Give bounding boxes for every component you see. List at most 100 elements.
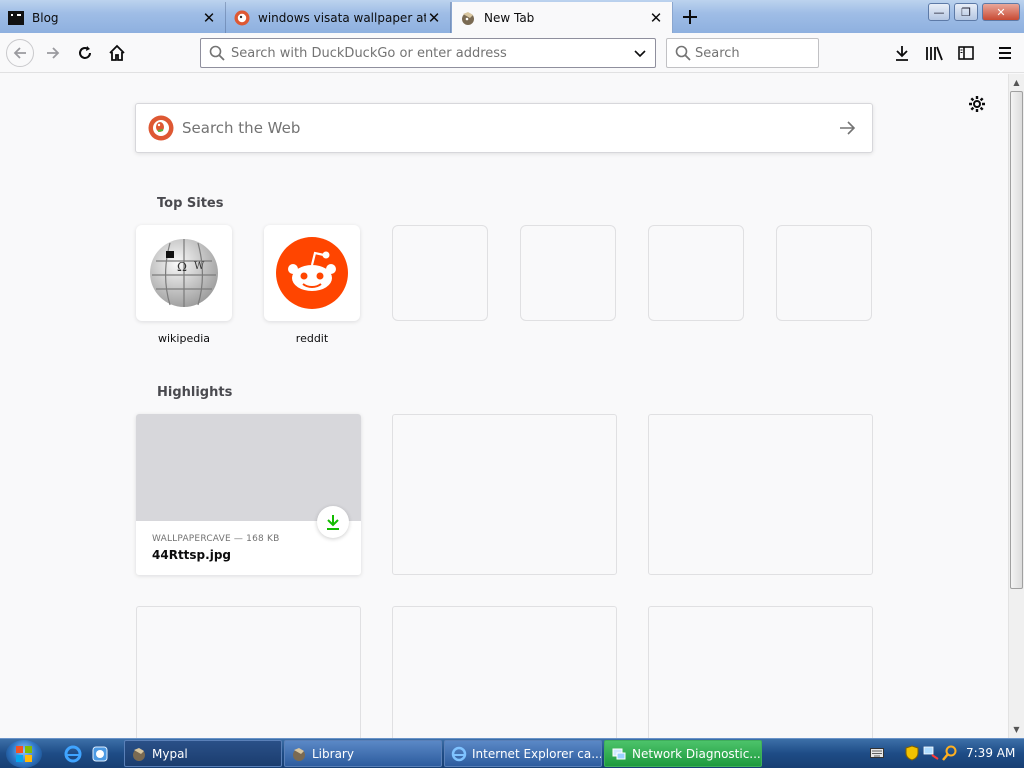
top-site-wikipedia[interactable]: Ω W wikipedia	[136, 225, 232, 345]
library-button[interactable]	[921, 40, 947, 66]
web-search-input[interactable]	[174, 108, 838, 148]
scrollbar-thumb[interactable]	[1010, 91, 1023, 589]
reddit-icon	[276, 237, 348, 309]
top-site-label: wikipedia	[157, 332, 210, 345]
back-arrow-icon	[13, 47, 26, 59]
library-icon	[291, 746, 307, 762]
close-window-button[interactable]: ✕	[982, 3, 1020, 21]
sidebar-button[interactable]	[953, 40, 979, 66]
top-site-placeholder[interactable]	[520, 225, 616, 321]
close-tab-icon[interactable]: ✕	[426, 9, 442, 27]
top-site-tile[interactable]	[264, 225, 360, 321]
tab-title: windows visata wallpaper at DuckDuckGo	[258, 10, 426, 25]
highlight-placeholder	[648, 414, 873, 575]
highlight-placeholder	[392, 606, 617, 738]
duckduckgo-favicon-icon	[234, 10, 250, 26]
top-site-placeholder[interactable]	[648, 225, 744, 321]
scroll-down-arrow-icon[interactable]: ▼	[1009, 722, 1024, 737]
top-site-placeholder[interactable]	[776, 225, 872, 321]
vertical-scrollbar[interactable]: ▲ ▼	[1008, 74, 1024, 738]
network-icon	[611, 746, 627, 762]
tab-new-tab[interactable]: New Tab ✕	[451, 2, 673, 33]
taskbar-item-network-diagnostic[interactable]: Network Diagnostic...	[604, 740, 762, 767]
web-search-box[interactable]	[135, 103, 873, 153]
blog-favicon-icon	[8, 10, 24, 26]
tab-duckduckgo-search[interactable]: windows visata wallpaper at DuckDuckGo ✕	[226, 2, 451, 33]
address-bar[interactable]	[200, 38, 656, 68]
taskbar-item-label: Network Diagnostic...	[632, 746, 761, 761]
highlight-thumbnail	[136, 414, 361, 521]
search-icon	[209, 45, 225, 61]
menu-button[interactable]	[992, 40, 1018, 66]
highlight-placeholder	[392, 414, 617, 575]
highlight-placeholder	[648, 606, 873, 738]
mypal-icon	[131, 746, 147, 762]
tab-strip: Blog ✕ windows visata wallpaper at DuckD…	[0, 0, 1024, 33]
reload-icon	[79, 46, 91, 59]
keyboard-icon[interactable]	[870, 747, 884, 759]
highlight-card-download[interactable]: WALLPAPERCAVE — 168 KB 44Rttsp.jpg	[136, 414, 361, 575]
wikipedia-icon: Ω W	[150, 239, 218, 307]
taskbar-item-label: Mypal	[152, 746, 188, 761]
tab-title: Blog	[32, 10, 59, 25]
highlight-filename: 44Rttsp.jpg	[152, 548, 231, 562]
highlights-title: Highlights	[157, 385, 233, 400]
forward-button[interactable]	[40, 40, 66, 66]
svg-text:Ω: Ω	[177, 260, 187, 274]
arrow-right-icon[interactable]	[838, 119, 856, 137]
network-status-icon[interactable]	[923, 745, 939, 761]
reload-button[interactable]	[72, 40, 98, 66]
new-tab-page: Top Sites Ω W wikipedia	[0, 74, 1008, 738]
firefox-favicon-icon	[460, 10, 476, 26]
navigation-toolbar	[0, 33, 1024, 73]
download-icon	[896, 46, 908, 61]
taskbar-item-internet-explorer[interactable]: Internet Explorer ca...	[444, 740, 602, 767]
top-site-label: reddit	[295, 332, 329, 345]
taskbar-item-mypal[interactable]: Mypal	[124, 740, 282, 767]
search-tray-icon[interactable]	[942, 745, 958, 761]
taskbar-item-label: Internet Explorer ca...	[472, 746, 602, 761]
new-tab-plus-icon[interactable]	[678, 5, 702, 29]
top-site-tile[interactable]: Ω W	[136, 225, 232, 321]
start-button[interactable]	[6, 740, 42, 768]
highlight-placeholder	[136, 606, 361, 738]
taskbar-item-library[interactable]: Library	[284, 740, 442, 767]
top-sites-title: Top Sites	[157, 196, 224, 211]
forward-arrow-icon	[47, 47, 60, 59]
top-site-placeholder[interactable]	[392, 225, 488, 321]
clock[interactable]: 7:39 AM	[966, 746, 1015, 760]
ie-icon	[451, 746, 467, 762]
tab-blog[interactable]: Blog ✕	[0, 2, 226, 33]
windows-taskbar: Mypal Library Internet Explorer ca... Ne…	[0, 738, 1024, 768]
close-tab-icon[interactable]: ✕	[648, 9, 664, 27]
restore-button[interactable]: ❐	[954, 3, 978, 21]
tab-title: New Tab	[484, 10, 535, 25]
library-icon	[926, 46, 943, 61]
top-site-empty[interactable]	[520, 225, 616, 321]
scroll-up-arrow-icon[interactable]: ▲	[1009, 75, 1024, 90]
top-site-empty[interactable]	[392, 225, 488, 321]
home-button[interactable]	[104, 40, 130, 66]
svg-text:W: W	[194, 261, 205, 272]
show-desktop-quicklaunch-icon[interactable]	[90, 744, 110, 764]
hamburger-menu-icon	[999, 47, 1011, 59]
taskbar-item-label: Library	[312, 746, 354, 761]
home-icon	[109, 44, 125, 61]
security-shield-icon[interactable]	[905, 745, 919, 761]
windows-logo-icon	[16, 746, 32, 762]
back-button[interactable]	[6, 39, 34, 67]
settings-gear-icon[interactable]	[966, 93, 988, 115]
sidebar-icon	[958, 46, 974, 60]
top-site-reddit[interactable]: reddit	[264, 225, 360, 345]
internet-explorer-quicklaunch-icon[interactable]	[63, 744, 83, 764]
close-tab-icon[interactable]: ✕	[201, 9, 217, 27]
duckduckgo-logo-icon	[148, 115, 174, 141]
top-site-empty[interactable]	[776, 225, 872, 321]
search-input[interactable]	[691, 40, 865, 66]
downloads-button[interactable]	[889, 40, 915, 66]
minimize-button[interactable]: —	[928, 3, 950, 21]
top-site-empty[interactable]	[648, 225, 744, 321]
search-bar[interactable]	[666, 38, 865, 68]
chevron-down-icon[interactable]	[633, 46, 647, 60]
address-input[interactable]	[225, 40, 633, 66]
